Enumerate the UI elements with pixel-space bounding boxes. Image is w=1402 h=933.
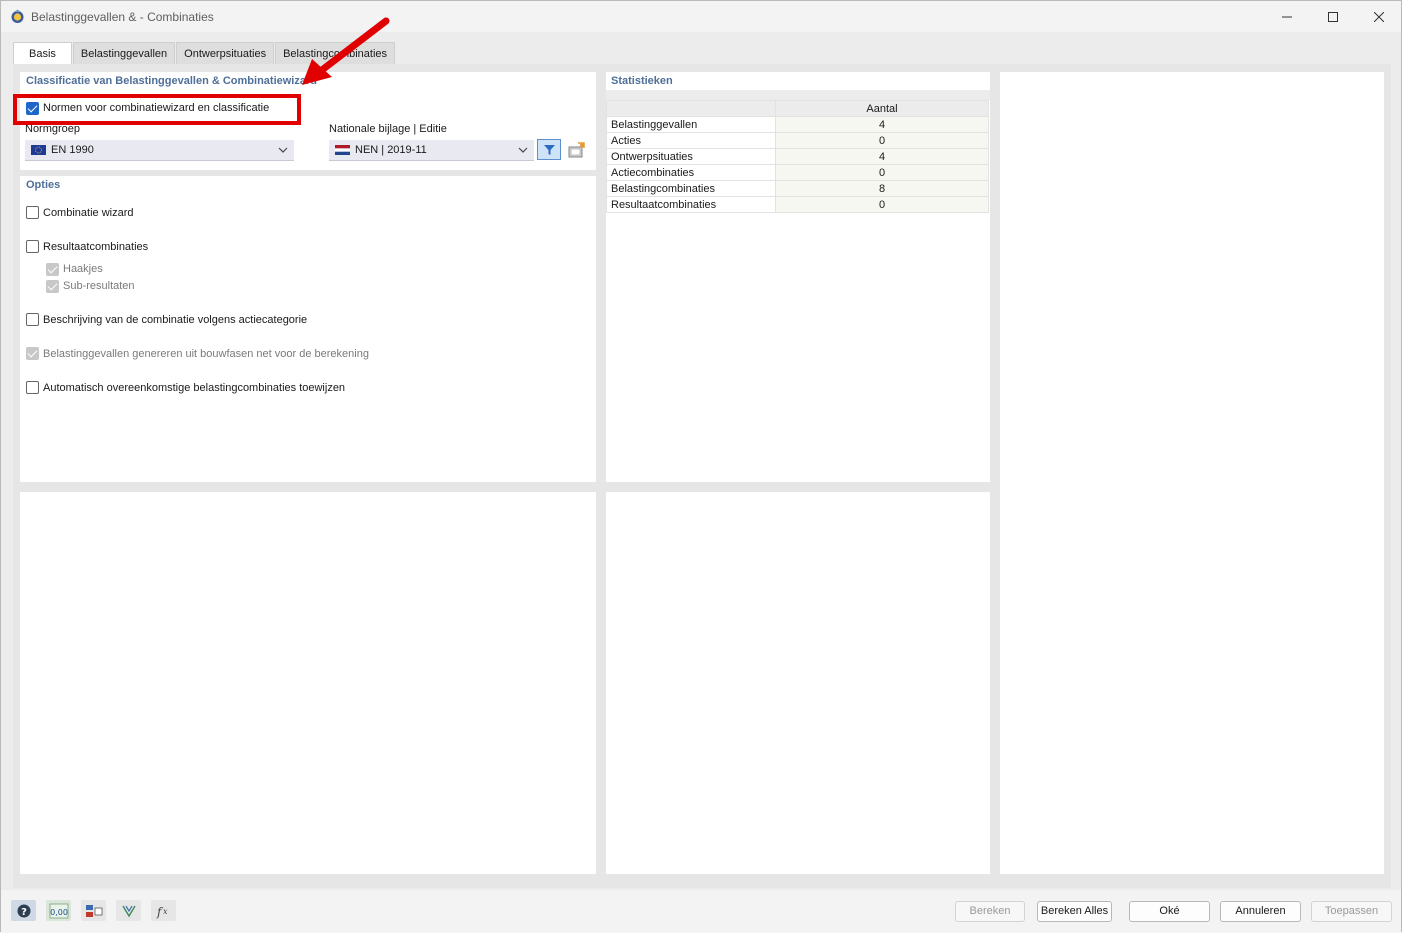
sub-resultaten-checkbox[interactable] <box>46 280 59 293</box>
units-button[interactable]: 0,00 <box>46 900 71 921</box>
row-value: 4 <box>775 116 989 133</box>
statistics-panel: Statistieken Aantal Belastinggevallen 4 … <box>606 72 990 482</box>
nationale-bijlage-label: Nationale bijlage | Editie <box>329 123 447 135</box>
chevron-down-icon <box>278 147 288 153</box>
combinatie-wizard-label: Combinatie wizard <box>43 207 134 219</box>
row-name: Belastinggevallen <box>606 116 776 133</box>
sub-resultaten-label: Sub-resultaten <box>63 280 135 292</box>
window-title: Belastinggevallen & - Combinaties <box>31 10 214 24</box>
row-value: 0 <box>775 196 989 213</box>
beschrijving-checkbox[interactable] <box>26 313 39 326</box>
app-icon <box>11 9 24 23</box>
row-value: 8 <box>775 180 989 197</box>
table-row[interactable]: Ontwerpsituaties 4 <box>606 148 989 165</box>
row-value: 0 <box>775 164 989 181</box>
tab-ontwerpsituaties[interactable]: Ontwerpsituaties <box>176 42 275 64</box>
row-name: Resultaatcombinaties <box>606 196 776 213</box>
eu-flag-icon <box>31 145 46 155</box>
classification-title: Classificatie van Belastinggevallen & Co… <box>26 75 317 87</box>
options-title: Opties <box>26 179 61 191</box>
minimize-icon <box>1282 16 1292 17</box>
right-panel <box>1000 72 1384 874</box>
units-label: 0,00 <box>50 908 68 917</box>
row-name: Ontwerpsituaties <box>606 148 776 165</box>
normgroep-value: EN 1990 <box>51 144 94 156</box>
edit-norm-button[interactable] <box>565 139 589 160</box>
maximize-button[interactable] <box>1310 1 1356 32</box>
combinatie-wizard-checkbox[interactable] <box>26 206 39 219</box>
dialog-window: Belastinggevallen & - Combinaties Basis … <box>0 0 1402 933</box>
row-name: Acties <box>606 132 776 149</box>
tab-basis[interactable]: Basis <box>13 42 72 65</box>
svg-text:x: x <box>163 907 168 916</box>
close-button[interactable] <box>1356 1 1402 32</box>
chevron-down-icon <box>518 147 528 153</box>
help-icon: ? <box>17 904 30 918</box>
model-button[interactable] <box>116 900 141 921</box>
table-header-band <box>606 90 990 100</box>
filter-button[interactable] <box>537 139 561 160</box>
nl-flag-icon <box>335 145 350 155</box>
table-row[interactable]: Acties 0 <box>606 132 989 149</box>
table-row[interactable]: Belastinggevallen 4 <box>606 116 989 133</box>
nationale-bijlage-dropdown[interactable]: NEN | 2019-11 <box>329 140 534 161</box>
bottom-middle-panel <box>606 492 990 874</box>
toepassen-button[interactable]: Toepassen <box>1311 901 1392 922</box>
normgroep-dropdown[interactable]: EN 1990 <box>25 140 294 161</box>
table-header-aantal: Aantal <box>775 100 989 117</box>
title-bar: Belastinggevallen & - Combinaties <box>1 1 1401 32</box>
bottom-toolbar: ? 0,00 f x Bereken Bereken Alles Oké Ann… <box>1 890 1401 933</box>
table-header-row: Aantal <box>606 100 989 117</box>
bottom-left-panel <box>20 492 596 874</box>
bouwfasen-label: Belastinggevallen genereren uit bouwfase… <box>43 348 369 360</box>
statistics-table: Aantal Belastinggevallen 4 Acties 0 Ontw… <box>606 100 989 213</box>
table-row[interactable]: Resultaatcombinaties 0 <box>606 196 989 213</box>
beschrijving-label: Beschrijving van de combinatie volgens a… <box>43 314 308 326</box>
table-header-empty <box>606 100 776 117</box>
table-row[interactable]: Actiecombinaties 0 <box>606 164 989 181</box>
settings-folder-icon <box>568 141 585 157</box>
formula-button[interactable]: f x <box>151 900 176 921</box>
haakjes-label: Haakjes <box>63 263 103 275</box>
haakjes-checkbox[interactable] <box>46 263 59 276</box>
display-button[interactable] <box>81 900 106 921</box>
annuleren-button[interactable]: Annuleren <box>1220 901 1301 922</box>
statistics-title: Statistieken <box>611 75 673 87</box>
row-value: 0 <box>775 132 989 149</box>
maximize-icon <box>1328 11 1338 22</box>
close-icon <box>1374 11 1384 22</box>
row-value: 4 <box>775 148 989 165</box>
svg-text:?: ? <box>21 907 27 918</box>
annotation-arrow-icon <box>302 17 390 85</box>
model-icon <box>121 905 136 917</box>
filter-icon <box>543 144 555 155</box>
options-panel: Opties Combinatie wizard Resultaatcombin… <box>20 176 596 482</box>
display-icon <box>85 904 102 917</box>
row-name: Actiecombinaties <box>606 164 776 181</box>
resultaatcombinaties-checkbox[interactable] <box>26 240 39 253</box>
automatisch-toewijzen-checkbox[interactable] <box>26 381 39 394</box>
bereken-alles-button[interactable]: Bereken Alles <box>1037 901 1112 922</box>
help-button[interactable]: ? <box>11 900 36 921</box>
formula-icon: f x <box>156 905 168 919</box>
minimize-button[interactable] <box>1264 1 1310 32</box>
tab-belastinggevallen[interactable]: Belastinggevallen <box>72 42 176 64</box>
annotation-highlight-box <box>13 94 301 125</box>
units-icon: 0,00 <box>49 903 68 918</box>
oke-button[interactable]: Oké <box>1129 901 1210 922</box>
nationale-bijlage-value: NEN | 2019-11 <box>355 144 427 156</box>
automatisch-toewijzen-label: Automatisch overeenkomstige belastingcom… <box>43 382 346 394</box>
table-row[interactable]: Belastingcombinaties 8 <box>606 180 989 197</box>
row-name: Belastingcombinaties <box>606 180 776 197</box>
resultaatcombinaties-label: Resultaatcombinaties <box>43 241 149 253</box>
bouwfasen-checkbox[interactable] <box>26 347 39 360</box>
bereken-button[interactable]: Bereken <box>955 901 1025 922</box>
